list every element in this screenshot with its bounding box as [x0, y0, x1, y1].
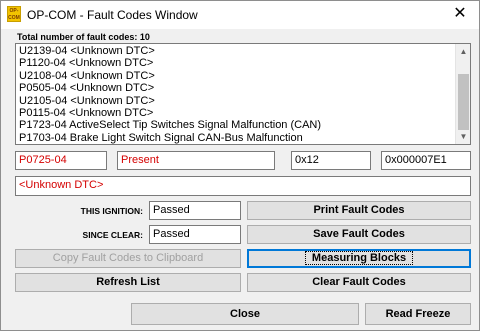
list-item[interactable]: P1723-04 ActiveSelect Tip Switches Signa…	[19, 119, 449, 131]
window-title: OP-COM - Fault Codes Window	[27, 8, 198, 22]
copy-to-clipboard-button[interactable]: Copy Fault Codes to Clipboard	[15, 249, 241, 268]
fault-code-items: U2139-04 <Unknown DTC> P1120-04 <Unknown…	[19, 45, 449, 144]
fault-code-list[interactable]: U2139-04 <Unknown DTC> P1120-04 <Unknown…	[15, 43, 471, 145]
total-fault-codes-label: Total number of fault codes: 10	[17, 32, 150, 42]
scroll-up-arrow-icon[interactable]: ▲	[456, 44, 470, 59]
scroll-down-arrow-icon[interactable]: ▼	[456, 129, 470, 144]
list-item[interactable]: U2139-04 <Unknown DTC>	[19, 45, 449, 57]
close-button[interactable]: Close	[131, 303, 359, 325]
list-item[interactable]: P0115-04 <Unknown DTC>	[19, 107, 449, 119]
this-ignition-label: THIS IGNITION:	[80, 206, 143, 216]
module-address-field[interactable]: 0x000007E1	[381, 151, 471, 170]
refresh-list-button[interactable]: Refresh List	[15, 273, 241, 292]
since-clear-field[interactable]: Passed	[149, 225, 241, 244]
fault-status-field[interactable]: Present	[117, 151, 275, 170]
list-item[interactable]: U2105-04 <Unknown DTC>	[19, 95, 449, 107]
app-logo-icon: OP-COM	[7, 6, 21, 22]
save-fault-codes-button[interactable]: Save Fault Codes	[247, 225, 471, 244]
close-window-icon[interactable]: ✕	[441, 1, 479, 29]
since-clear-label: SINCE CLEAR:	[82, 230, 143, 240]
fault-description-field[interactable]: <Unknown DTC>	[15, 176, 471, 196]
measuring-blocks-label: Measuring Blocks	[304, 251, 414, 265]
title-bar[interactable]: OP-COM OP-COM - Fault Codes Window ✕	[1, 1, 479, 29]
read-freeze-button[interactable]: Read Freeze	[365, 303, 471, 325]
print-fault-codes-button[interactable]: Print Fault Codes	[247, 201, 471, 220]
list-item[interactable]: P1120-04 <Unknown DTC>	[19, 57, 449, 69]
list-item[interactable]: P1703-04 Brake Light Switch Signal CAN-B…	[19, 132, 449, 144]
fault-codes-window: OP-COM OP-COM - Fault Codes Window ✕ Tot…	[0, 0, 480, 331]
list-scrollbar[interactable]: ▲ ▼	[455, 44, 470, 144]
scrollbar-thumb[interactable]	[458, 74, 469, 130]
list-item[interactable]: P0505-04 <Unknown DTC>	[19, 82, 449, 94]
fault-code-field[interactable]: P0725-04	[15, 151, 107, 170]
fault-byte-field[interactable]: 0x12	[291, 151, 371, 170]
list-item[interactable]: U2108-04 <Unknown DTC>	[19, 70, 449, 82]
this-ignition-field[interactable]: Passed	[149, 201, 241, 220]
clear-fault-codes-button[interactable]: Clear Fault Codes	[247, 273, 471, 292]
measuring-blocks-button[interactable]: Measuring Blocks	[247, 249, 471, 268]
